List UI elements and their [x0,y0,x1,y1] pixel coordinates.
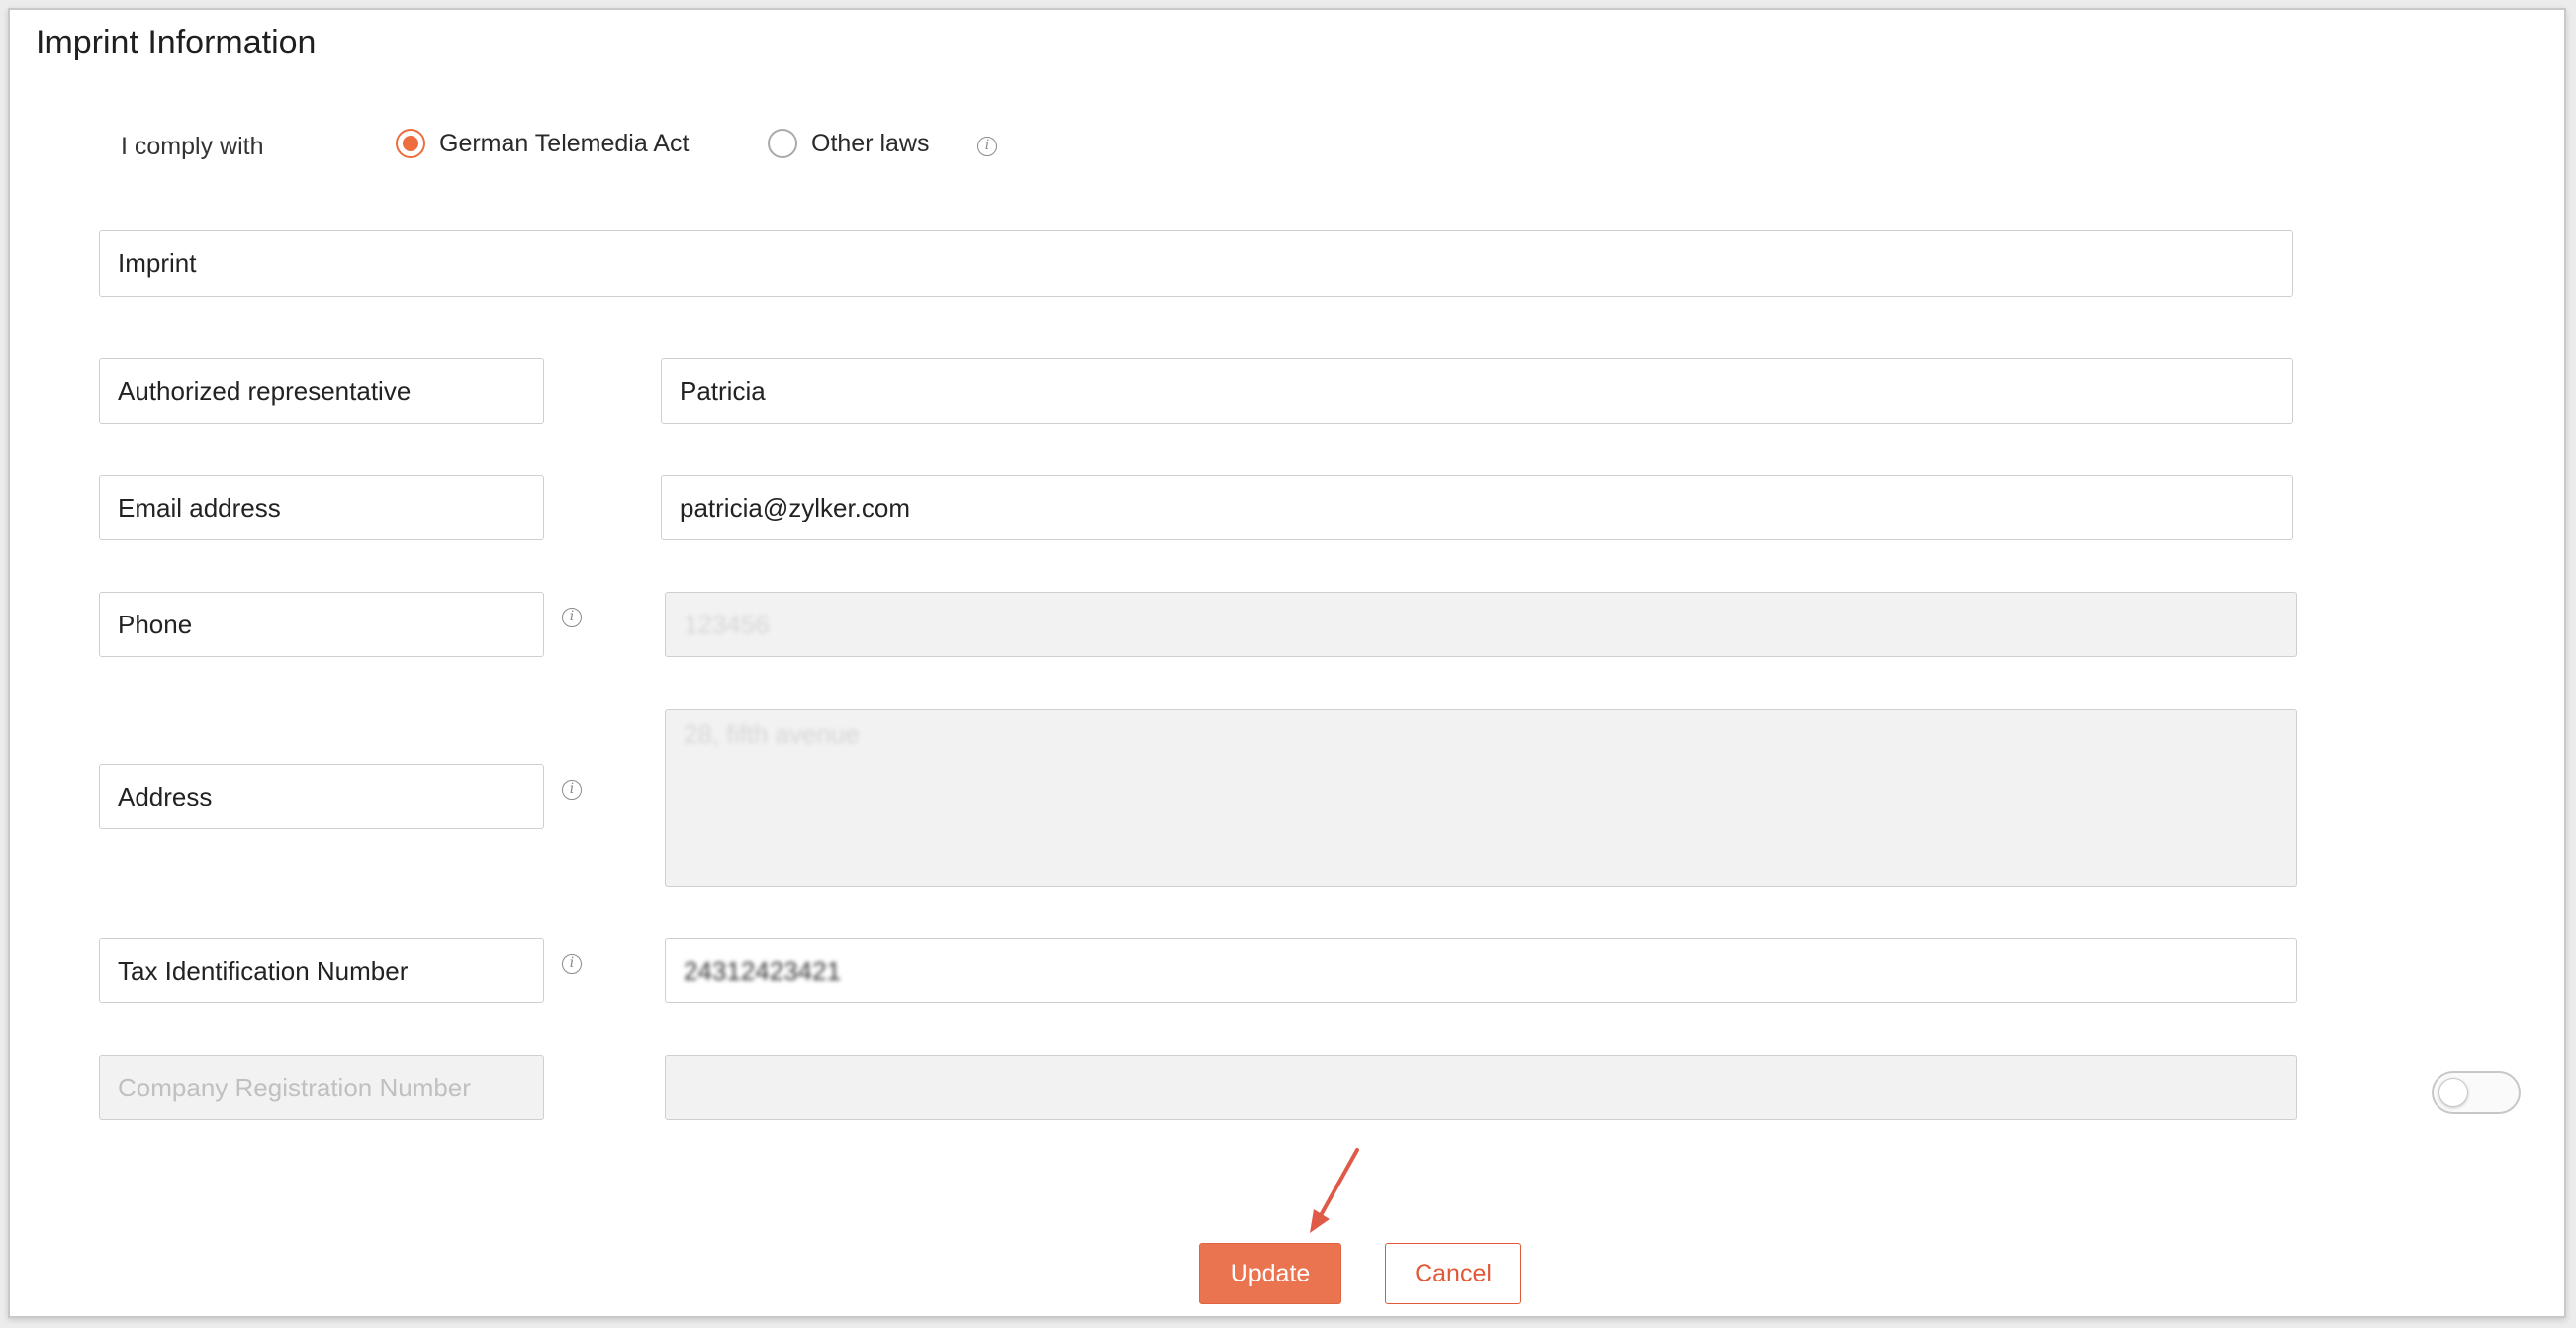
annotation-arrow-icon [1310,1148,1359,1233]
tax-id-label-field[interactable]: Tax Identification Number [99,938,544,1003]
company-registration-label-field[interactable]: Company Registration Number [99,1055,544,1120]
field-label: Address [118,781,213,811]
field-label: Email address [118,492,281,522]
authorized-representative-label-field[interactable]: Authorized representative [99,358,544,424]
field-value: 123456 [684,609,770,639]
company-registration-toggle[interactable] [2432,1071,2521,1114]
update-button[interactable]: Update [1199,1243,1341,1304]
field-value: patricia@zylker.com [680,492,911,522]
comply-label: I comply with [121,133,264,160]
toggle-knob [2438,1078,2468,1107]
info-icon[interactable]: i [562,780,582,800]
company-registration-input[interactable] [665,1055,2297,1120]
phone-label-field[interactable]: Phone [99,592,544,657]
field-value: Patricia [680,375,766,406]
phone-input[interactable]: 123456 [665,592,2297,657]
info-icon[interactable]: i [977,137,997,156]
field-label: Tax Identification Number [118,955,409,986]
info-icon[interactable]: i [562,608,582,627]
imprint-panel: Imprint Information I comply with German… [8,8,2566,1318]
address-textarea[interactable]: 28, fifth avenue [665,709,2297,887]
address-label-field[interactable]: Address [99,764,544,829]
field-label: Phone [118,609,193,639]
authorized-representative-input[interactable]: Patricia [661,358,2293,424]
field-value: 24312423421 [684,955,842,986]
field-label: Company Registration Number [118,1072,471,1102]
page-title: Imprint Information [36,24,317,61]
radio-other-laws[interactable]: Other laws [768,129,929,158]
radio-button-checked[interactable] [396,129,425,158]
cancel-button[interactable]: Cancel [1385,1243,1521,1304]
field-value: 28, fifth avenue [684,719,860,749]
radio-label: Other laws [811,129,930,157]
field-label: Authorized representative [118,375,412,406]
radio-german-telemedia-act[interactable]: German Telemedia Act [396,129,689,158]
info-icon[interactable]: i [562,954,582,974]
tax-id-input[interactable]: 24312423421 [665,938,2297,1003]
radio-button[interactable] [768,129,797,158]
email-label-field[interactable]: Email address [99,475,544,540]
imprint-heading-text: Imprint [118,247,197,278]
imprint-heading-field[interactable]: Imprint [99,230,2293,297]
radio-label: German Telemedia Act [439,129,690,157]
email-input[interactable]: patricia@zylker.com [661,475,2293,540]
